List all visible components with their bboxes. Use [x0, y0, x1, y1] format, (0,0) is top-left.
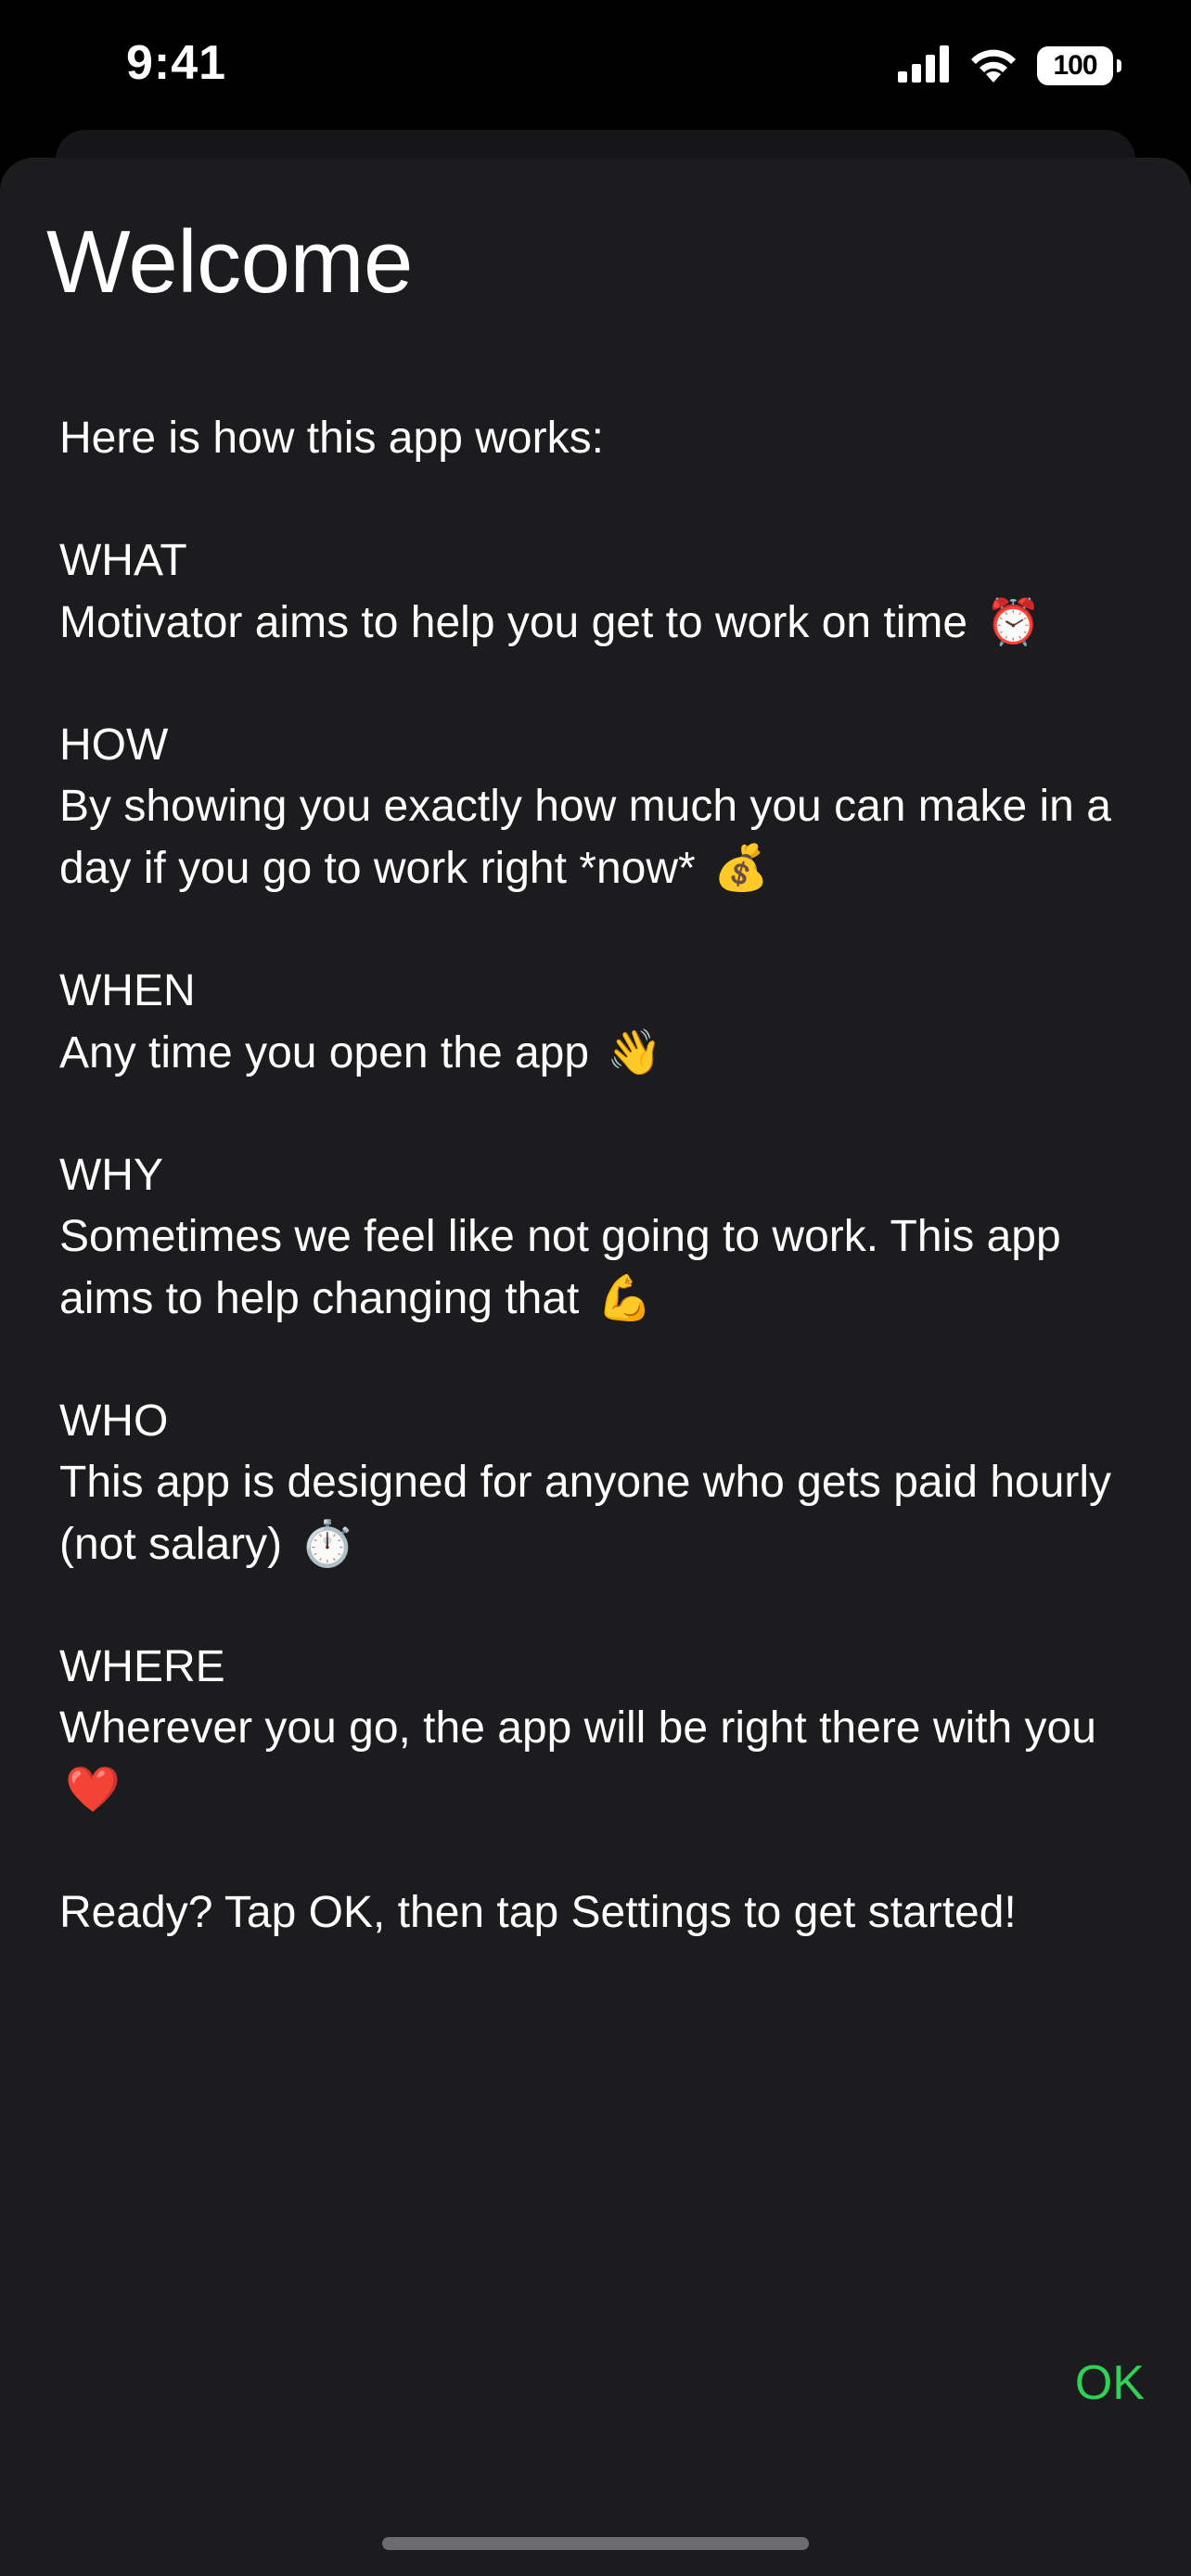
- flexed-biceps-icon: 💪: [596, 1272, 653, 1324]
- section-text: Motivator aims to help you get to work o…: [59, 598, 968, 647]
- section-who: WHO This app is designed for anyone who …: [59, 1391, 1145, 1575]
- section-text: Wherever you go, the app will be right t…: [59, 1703, 1096, 1753]
- section-body: Wherever you go, the app will be right t…: [59, 1698, 1145, 1821]
- cellular-signal-icon: [898, 45, 950, 87]
- screen: 9:41 100 Welcome Here is how this app wo…: [0, 0, 1191, 2576]
- section-what: WHAT Motivator aims to help you get to w…: [59, 530, 1145, 654]
- section-body: Sometimes we feel like not going to work…: [59, 1206, 1145, 1330]
- stopwatch-icon: ⏱️: [300, 1518, 356, 1570]
- section-heading: HOW: [59, 721, 169, 770]
- status-bar: 9:41 100: [0, 0, 1191, 130]
- section-text: This app is designed for anyone who gets…: [59, 1458, 1112, 1569]
- section-heading: WHY: [59, 1151, 163, 1200]
- ok-button[interactable]: OK: [1075, 2355, 1145, 2411]
- section-heading: WHAT: [59, 536, 187, 585]
- section-heading: WHEN: [59, 966, 196, 1015]
- section-why: WHY Sometimes we feel like not going to …: [59, 1145, 1145, 1330]
- welcome-content: Here is how this app works: WHAT Motivat…: [59, 408, 1145, 1944]
- closing-text: Ready? Tap OK, then tap Settings to get …: [59, 1888, 1017, 1937]
- money-bag-icon: 💰: [713, 842, 769, 894]
- section-body: By showing you exactly how much you can …: [59, 776, 1145, 899]
- status-time: 9:41: [126, 36, 227, 90]
- waving-hand-icon: 👋: [607, 1027, 663, 1078]
- red-heart-icon: ❤️: [65, 1764, 121, 1816]
- alarm-clock-icon: ⏰: [985, 596, 1042, 648]
- section-body: Any time you open the app 👋: [59, 1022, 1145, 1084]
- sheet-title: Welcome: [46, 212, 413, 312]
- section-where: WHERE Wherever you go, the app will be r…: [59, 1637, 1145, 1821]
- intro-text: Here is how this app works:: [59, 414, 604, 463]
- status-icons: 100: [898, 43, 1121, 89]
- welcome-sheet: Welcome Here is how this app works: WHAT…: [0, 158, 1191, 2576]
- section-body: Motivator aims to help you get to work o…: [59, 592, 1145, 654]
- section-heading: WHO: [59, 1396, 169, 1446]
- wifi-icon: [968, 45, 1018, 87]
- section-text: By showing you exactly how much you can …: [59, 782, 1111, 893]
- section-text: Sometimes we feel like not going to work…: [59, 1212, 1061, 1323]
- battery-icon: 100: [1037, 46, 1121, 85]
- section-body: This app is designed for anyone who gets…: [59, 1452, 1145, 1575]
- section-how: HOW By showing you exactly how much you …: [59, 715, 1145, 899]
- section-text: Any time you open the app: [59, 1028, 590, 1078]
- section-when: WHEN Any time you open the app 👋: [59, 961, 1145, 1084]
- home-indicator[interactable]: [382, 2537, 809, 2550]
- battery-level: 100: [1053, 50, 1097, 81]
- section-heading: WHERE: [59, 1642, 225, 1691]
